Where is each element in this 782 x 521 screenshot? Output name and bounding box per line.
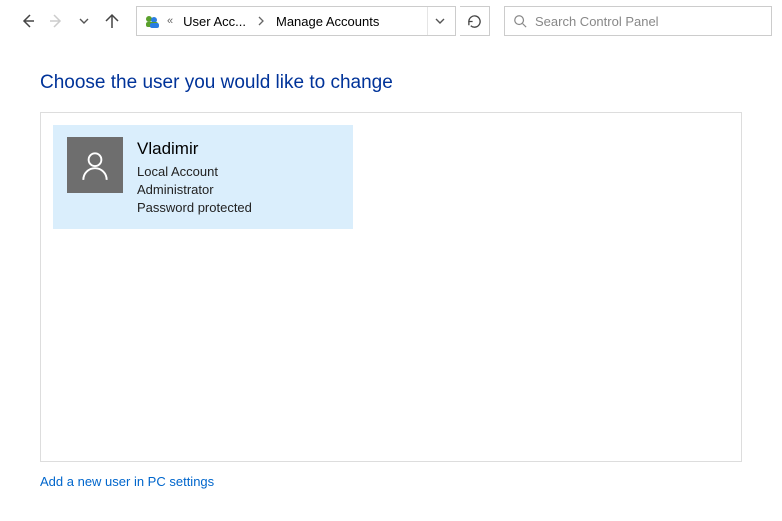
user-role: Administrator: [137, 181, 252, 199]
user-accounts-icon: [143, 12, 161, 30]
breadcrumb-segment-user-accounts[interactable]: User Acc...: [179, 12, 250, 31]
breadcrumb-segment-manage-accounts[interactable]: Manage Accounts: [272, 12, 383, 31]
users-panel: Vladimir Local Account Administrator Pas…: [40, 112, 742, 462]
user-account-type: Local Account: [137, 163, 252, 181]
search-input[interactable]: [535, 14, 763, 29]
address-dropdown[interactable]: [427, 7, 451, 35]
user-tile[interactable]: Vladimir Local Account Administrator Pas…: [53, 125, 353, 229]
address-bar[interactable]: « User Acc... Manage Accounts: [136, 6, 456, 36]
user-password-status: Password protected: [137, 199, 252, 217]
avatar: [67, 137, 123, 193]
arrow-up-icon: [104, 13, 120, 29]
toolbar: « User Acc... Manage Accounts: [0, 0, 782, 42]
main-content: Choose the user you would like to change…: [0, 42, 782, 499]
search-icon: [513, 14, 527, 28]
chevron-right-icon[interactable]: [254, 16, 268, 26]
chevron-down-icon: [78, 15, 90, 27]
page-heading: Choose the user you would like to change: [40, 72, 742, 94]
back-button[interactable]: [16, 9, 40, 33]
recent-dropdown[interactable]: [72, 9, 96, 33]
search-box[interactable]: [504, 6, 772, 36]
user-info: Vladimir Local Account Administrator Pas…: [137, 137, 252, 217]
up-button[interactable]: [100, 9, 124, 33]
forward-button: [44, 9, 68, 33]
chevron-down-icon: [434, 15, 446, 27]
user-name: Vladimir: [137, 137, 252, 161]
address-prefix: «: [165, 15, 175, 27]
arrow-left-icon: [20, 13, 36, 29]
arrow-right-icon: [48, 13, 64, 29]
add-user-link[interactable]: Add a new user in PC settings: [40, 474, 214, 489]
refresh-icon: [467, 14, 482, 29]
person-icon: [78, 148, 112, 182]
refresh-button[interactable]: [460, 6, 490, 36]
